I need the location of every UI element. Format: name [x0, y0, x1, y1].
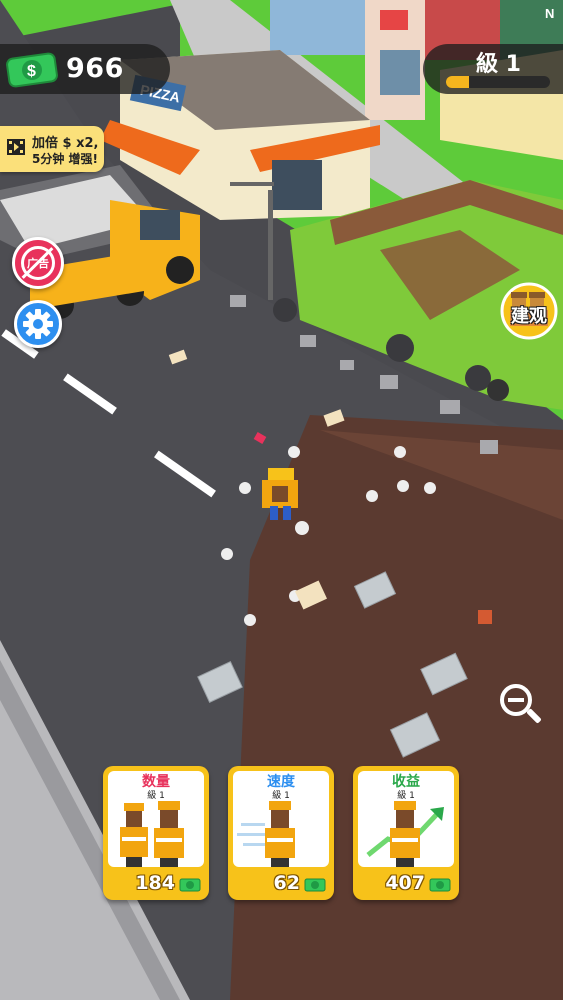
build-label: 建观 [511, 306, 547, 327]
cost-value: 62 [273, 872, 300, 894]
upgrade-card-count[interactable]: 数量 級 1 184 [103, 766, 209, 900]
card-panel: 速度 級 1 [233, 771, 329, 867]
svg-text:$: $ [27, 63, 36, 80]
card-panel: 收益 級 1 [358, 771, 454, 867]
running-worker-icon [237, 801, 295, 867]
card-panel: 数量 級 1 [108, 771, 204, 867]
upgrade-cost-count: 184 [103, 870, 209, 896]
zoom-out-icon[interactable] [496, 680, 544, 728]
building-blue [270, 0, 380, 55]
corner-sign: N [545, 6, 554, 21]
cash-icon [304, 878, 326, 892]
upgrade-card-income[interactable]: 收益 級 1 407 [353, 766, 459, 900]
upgrade-cost-income: 407 [353, 870, 459, 896]
cash-icon: $ [6, 52, 58, 88]
double-money-boost-button[interactable]: 加倍 $ x2, 5分钟 增强! [0, 126, 104, 172]
settings-button[interactable] [14, 300, 62, 348]
cost-value: 407 [385, 872, 425, 894]
upgrade-card-speed[interactable]: 速度 級 1 62 [228, 766, 334, 900]
level-progress-bar [446, 76, 550, 88]
cash-icon [429, 878, 451, 892]
video-icon [7, 139, 25, 155]
upgrade-cost-speed: 62 [228, 870, 334, 896]
cost-value: 184 [135, 872, 175, 894]
money-counter: 966 [66, 53, 124, 84]
boost-line-2: 5分钟 增强! [32, 152, 99, 166]
level-progress-fill [446, 76, 469, 88]
gear-icon [23, 309, 53, 339]
income-worker-icon [366, 801, 444, 867]
no-ads-label: 广告 [27, 257, 49, 270]
no-ads-button[interactable]: 广告 [12, 237, 64, 289]
level-label: 級 1 [476, 52, 521, 77]
cash-icon [179, 878, 201, 892]
boost-line-1: 加倍 $ x2, [32, 136, 99, 151]
two-workers-icon [120, 801, 184, 867]
